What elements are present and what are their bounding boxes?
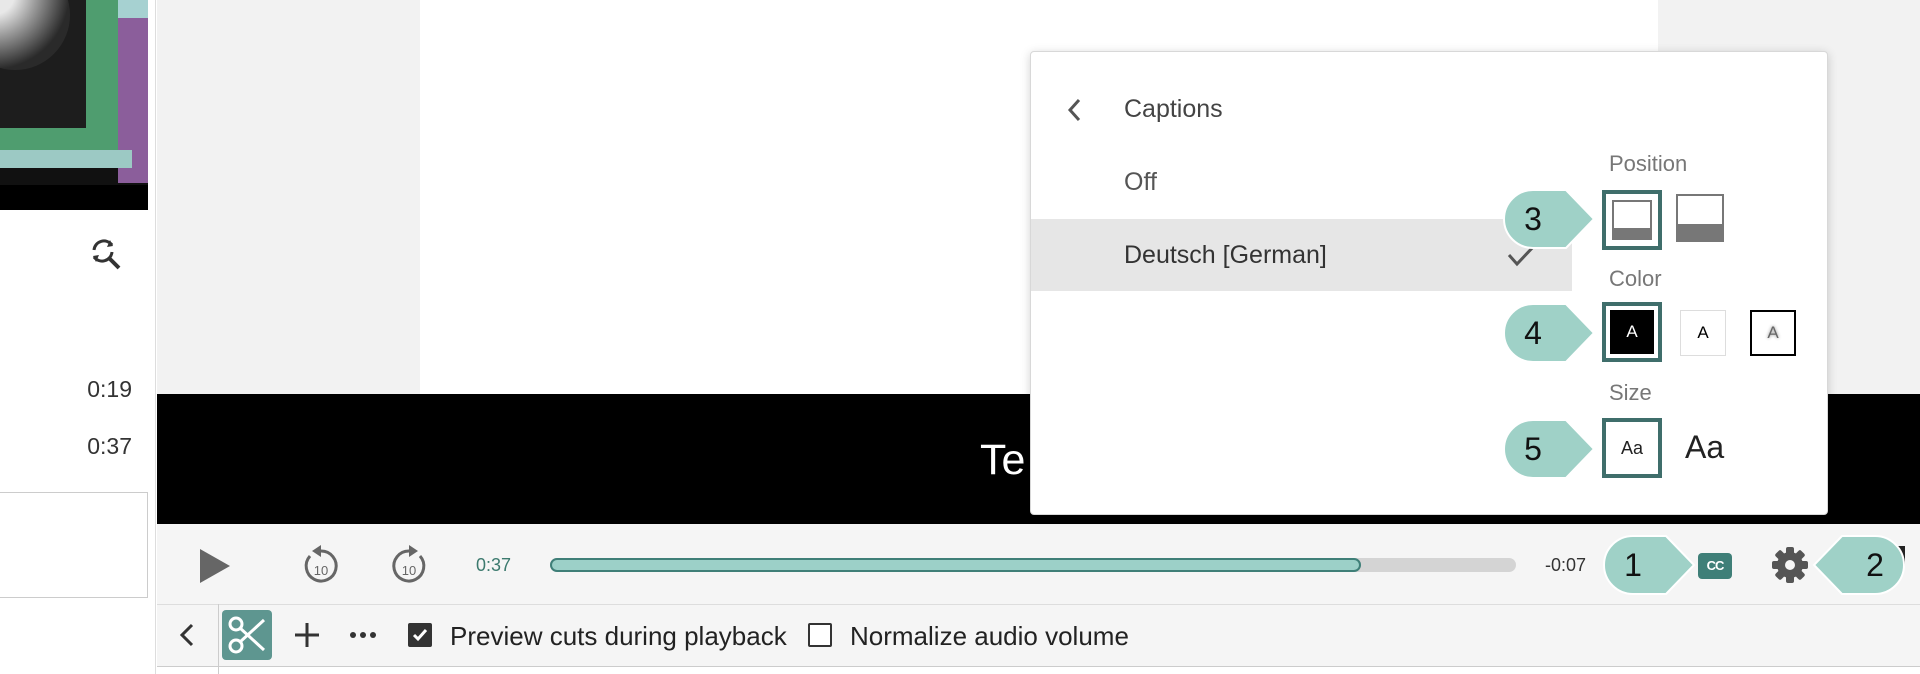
caption-option-off[interactable]: Off [1124, 168, 1157, 197]
back-chevron-icon[interactable] [1060, 92, 1090, 128]
color-white-option[interactable]: A [1680, 310, 1726, 356]
divider [157, 666, 1920, 667]
callout-number: 4 [1524, 315, 1542, 351]
preview-cuts-label[interactable]: Preview cuts during playback [450, 621, 787, 652]
clip-time: 0:19 [87, 376, 132, 402]
search-refresh-icon[interactable] [88, 236, 122, 270]
forward-10-button[interactable]: 10 [388, 542, 430, 588]
closed-captions-button[interactable]: CC [1698, 553, 1732, 579]
progress-fill[interactable] [550, 558, 1362, 572]
divider [155, 0, 156, 674]
add-icon[interactable] [290, 618, 324, 652]
callout-number: 3 [1524, 201, 1542, 237]
scissors-icon[interactable] [222, 610, 272, 660]
chevron-left-icon[interactable] [172, 618, 202, 652]
captions-menu-title: Captions [1124, 95, 1223, 123]
clip-time: 0:37 [87, 433, 132, 459]
rewind-10-button[interactable]: 10 [300, 542, 342, 588]
rewind-seconds: 10 [314, 563, 328, 578]
video-thumbnail[interactable] [0, 0, 148, 210]
position-bottom-option[interactable] [1602, 190, 1662, 250]
callout-3: 3 [1500, 186, 1596, 252]
normalize-audio-checkbox[interactable] [808, 623, 832, 647]
color-sample: A [1610, 310, 1654, 354]
caption-option-german[interactable]: Deutsch [German] [1124, 241, 1327, 270]
divider [218, 604, 219, 674]
callout-2: 2 [1812, 532, 1908, 598]
size-large-option[interactable]: Aa [1685, 429, 1724, 466]
play-button[interactable] [195, 546, 235, 586]
position-label: Position [1609, 151, 1688, 176]
callout-number: 5 [1524, 431, 1542, 467]
remaining-time: -0:07 [1545, 555, 1587, 575]
callout-number: 1 [1624, 547, 1642, 583]
size-label: Size [1609, 380, 1652, 405]
callout-4: 4 [1500, 300, 1596, 366]
forward-seconds: 10 [402, 563, 416, 578]
callout-1: 1 [1600, 532, 1696, 598]
current-time: 0:37 [476, 555, 512, 575]
callout-number: 2 [1866, 547, 1884, 583]
color-label: Color [1609, 266, 1662, 291]
callout-5: 5 [1500, 416, 1596, 482]
size-small-option[interactable]: Aa [1602, 418, 1662, 478]
position-raised-option[interactable] [1676, 194, 1724, 242]
preview-cuts-checkbox[interactable] [408, 623, 432, 647]
caption-text: Te [980, 436, 1026, 484]
gear-icon[interactable] [1770, 545, 1810, 585]
color-transparent-option[interactable]: A [1750, 310, 1796, 356]
more-icon[interactable] [346, 618, 380, 652]
clip-item[interactable] [0, 492, 148, 598]
normalize-audio-label[interactable]: Normalize audio volume [850, 621, 1129, 652]
color-black-option[interactable]: A [1602, 302, 1662, 362]
